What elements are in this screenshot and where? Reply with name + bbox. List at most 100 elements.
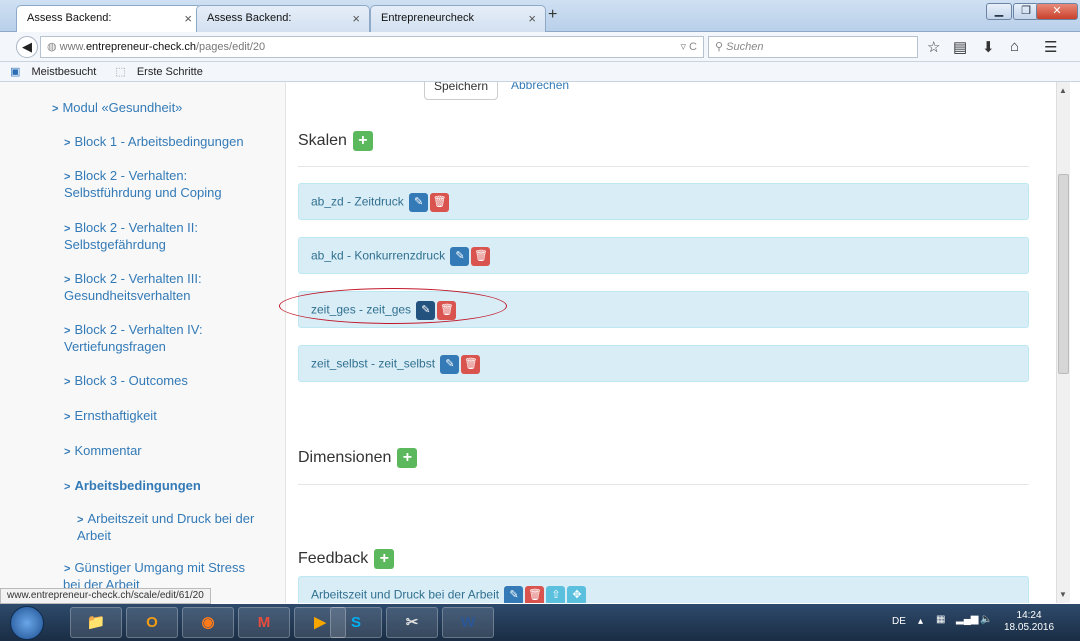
edit-icon[interactable]: ✎	[409, 193, 429, 212]
chevron-right-icon: >	[77, 514, 84, 526]
close-window-button[interactable]: ✕	[1036, 3, 1078, 20]
outlook-icon[interactable]: O	[126, 607, 178, 638]
search-placeholder: Suchen	[726, 41, 764, 53]
chevron-right-icon: >	[64, 446, 71, 458]
sidebar-item-ernsthaftigkeit[interactable]: > Ernsthaftigkeit	[64, 408, 157, 425]
sidebar-item-block2-iv[interactable]: > Block 2 - Verhalten IV: Vertiefungsfrage…	[64, 322, 203, 355]
chevron-right-icon: >	[64, 223, 71, 235]
scroll-up-icon[interactable]: ▲	[1059, 86, 1067, 95]
scale-label: ab_kd - Konkurrenzdruck	[311, 248, 446, 263]
sidebar-item-block3[interactable]: > Block 3 - Outcomes	[64, 373, 188, 390]
divider	[298, 166, 1029, 167]
url-bar[interactable]: ◍ www.entrepreneur-check.ch/pages/edit/2…	[40, 36, 704, 58]
edit-icon[interactable]: ✎	[504, 586, 524, 603]
network-icon[interactable]: ▦	[936, 614, 945, 625]
tab-close-icon[interactable]: ×	[352, 11, 360, 26]
divider	[298, 484, 1029, 485]
vertical-scrollbar[interactable]: ▲ ▼	[1056, 82, 1070, 603]
sidebar-item-block2-iii[interactable]: > Block 2 - Verhalten III: Gesundheitsverh…	[64, 271, 202, 304]
status-link: www.entrepreneur-check.ch/scale/edit/61/…	[0, 588, 211, 604]
skype-icon[interactable]: S	[330, 607, 382, 638]
trash-icon[interactable]: 🗑	[525, 586, 545, 603]
bookmark-most-visited[interactable]: ▣ Meistbesucht	[10, 66, 104, 78]
page-content: > Modul «Gesundheit» > Block 1 - Arbeitsbe…	[0, 82, 1068, 603]
back-arrow-icon: ◀	[22, 39, 32, 54]
word-icon[interactable]: W	[442, 607, 494, 638]
signal-icon[interactable]: ▂▄▆	[956, 614, 978, 625]
tab-3-label: Entrepreneurcheck	[381, 12, 474, 24]
volume-icon[interactable]: 🔈	[980, 614, 992, 625]
dimensionen-heading: Dimensionen +	[298, 448, 418, 468]
back-button[interactable]: ◀	[16, 36, 38, 58]
feedback-row: Arbeitszeit und Druck bei der Arbeit ✎ 🗑 ⇧…	[298, 576, 1029, 603]
chevron-right-icon: >	[64, 171, 71, 183]
reload-icon[interactable]: C	[689, 41, 697, 53]
edit-icon[interactable]: ✎	[416, 301, 436, 320]
start-button[interactable]	[10, 606, 44, 640]
url-prefix: www.	[59, 41, 86, 53]
tab-3[interactable]: Entrepreneurcheck ×	[370, 5, 546, 32]
mendeley-icon[interactable]: M	[238, 607, 290, 638]
reading-list-icon[interactable]: ▤	[953, 38, 967, 56]
tab-close-icon[interactable]: ×	[184, 11, 192, 26]
tray-arrow-icon[interactable]: ▴	[918, 616, 923, 627]
bookmark-first-steps[interactable]: ⬚ Erste Schritte	[115, 66, 211, 78]
url-path: /pages/edit/20	[196, 41, 266, 53]
bookmarks-bar: ▣ Meistbesucht ⬚ Erste Schritte	[0, 62, 1080, 82]
tab-1[interactable]: Assess Backend: ×	[16, 5, 202, 33]
scale-label: zeit_ges - zeit_ges	[311, 302, 412, 317]
tab-bar: Assess Backend: × Assess Backend: × Entr…	[0, 0, 1080, 33]
menu-icon[interactable]: ☰	[1044, 38, 1057, 56]
tab-1-label: Assess Backend:	[27, 12, 112, 24]
chevron-right-icon: >	[64, 376, 71, 388]
skalen-heading: Skalen +	[298, 131, 373, 151]
cancel-link[interactable]: Abbrechen	[511, 82, 569, 92]
chevron-right-icon: >	[64, 481, 71, 493]
add-feedback-button[interactable]: +	[374, 549, 395, 569]
clock[interactable]: 14:24 18.05.2016	[1004, 610, 1054, 634]
taskbar: 📁 O ◉ M ▶ S ✂ W DE ▴ ▦ ▂▄▆ 🔈 14:24 18.05…	[0, 604, 1080, 641]
sidebar-item-kommentar[interactable]: > Kommentar	[64, 443, 142, 460]
edit-icon[interactable]: ✎	[440, 355, 460, 374]
tab-close-icon[interactable]: ×	[528, 11, 536, 26]
sidebar-item-block1[interactable]: > Block 1 - Arbeitsbedingungen	[64, 134, 244, 151]
sidebar: > Modul «Gesundheit» > Block 1 - Arbeitsbe…	[0, 82, 286, 603]
search-input[interactable]: ⚲ Suchen	[708, 36, 918, 58]
save-button[interactable]: Speichern	[424, 82, 498, 100]
new-tab-icon[interactable]: +	[548, 6, 557, 24]
scrollbar-thumb[interactable]	[1058, 174, 1069, 374]
add-dimension-button[interactable]: +	[397, 448, 418, 468]
url-domain: entrepreneur-check.ch	[85, 41, 196, 53]
language-indicator[interactable]: DE	[892, 616, 906, 627]
sidebar-item-arbeitszeit[interactable]: > Arbeitszeit und Druck bei der Arbeit	[77, 511, 254, 544]
system-tray: DE ▴ ▦ ▂▄▆ 🔈 14:24 18.05.2016	[882, 607, 1062, 638]
arrow-up-icon[interactable]: ⇧	[546, 586, 566, 603]
move-icon[interactable]: ✥	[567, 586, 587, 603]
trash-icon[interactable]: 🗑	[461, 355, 481, 374]
home-icon[interactable]: ⌂	[1010, 38, 1019, 55]
scroll-down-icon[interactable]: ▼	[1059, 590, 1067, 599]
trash-icon[interactable]: 🗑	[471, 247, 491, 266]
sidebar-item-modul-gesundheit[interactable]: > Modul «Gesundheit»	[52, 100, 182, 117]
tab-2-label: Assess Backend:	[207, 12, 292, 24]
dropdown-icon[interactable]: ▿	[680, 41, 686, 53]
scale-label: ab_zd - Zeitdruck	[311, 194, 404, 209]
chevron-right-icon: >	[52, 103, 59, 115]
trash-icon[interactable]: 🗑	[430, 193, 450, 212]
sidebar-item-block2[interactable]: > Block 2 - Verhalten: Selbstführdung und …	[64, 168, 222, 201]
scale-row: zeit_selbst - zeit_selbst ✎ 🗑	[298, 345, 1029, 382]
firefox-icon[interactable]: ◉	[182, 607, 234, 638]
globe-icon: ◍	[47, 41, 60, 53]
download-icon[interactable]: ⬇	[982, 38, 995, 56]
sidebar-item-block2-ii[interactable]: > Block 2 - Verhalten II: Selbstgefährdung	[64, 220, 198, 253]
edit-icon[interactable]: ✎	[450, 247, 470, 266]
bookmark-star-icon[interactable]: ☆	[927, 38, 940, 56]
tab-2[interactable]: Assess Backend: ×	[196, 5, 370, 32]
trash-icon[interactable]: 🗑	[437, 301, 457, 320]
nav-bar: ◀ ◍ www.entrepreneur-check.ch/pages/edit…	[0, 32, 1080, 62]
snipping-tool-icon[interactable]: ✂	[386, 607, 438, 638]
explorer-icon[interactable]: 📁	[70, 607, 122, 638]
sidebar-item-arbeitsbedingungen[interactable]: > Arbeitsbedingungen	[64, 478, 201, 495]
add-scale-button[interactable]: +	[352, 131, 373, 151]
minimize-button[interactable]: ▁	[986, 3, 1012, 20]
